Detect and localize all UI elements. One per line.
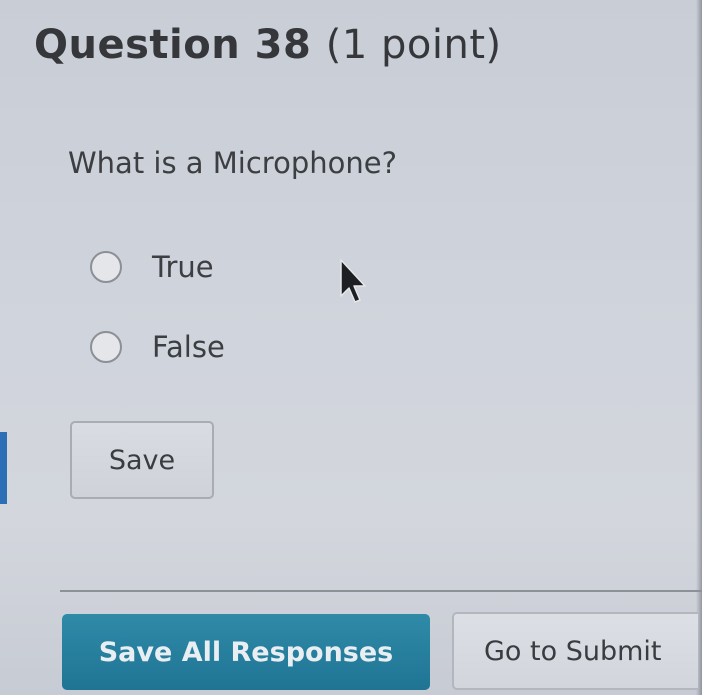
option-label-true: True [152,250,214,284]
radio-button-false[interactable] [90,331,122,363]
save-all-responses-button[interactable]: Save All Responses [62,614,430,690]
option-true[interactable]: True [90,250,214,284]
option-label-false: False [152,330,225,364]
option-false[interactable]: False [90,330,225,364]
question-text: What is a Microphone? [68,146,397,180]
radio-button-true[interactable] [90,251,122,283]
left-accent-bar [0,432,7,504]
mouse-pointer-icon [340,259,366,303]
question-points: (1 point) [325,22,502,68]
question-number: Question 38 [34,22,312,68]
divider [60,590,702,592]
question-title: Question 38 (1 point) [34,22,502,68]
go-to-submit-button[interactable]: Go to Submit [452,612,698,690]
save-button[interactable]: Save [70,421,214,499]
